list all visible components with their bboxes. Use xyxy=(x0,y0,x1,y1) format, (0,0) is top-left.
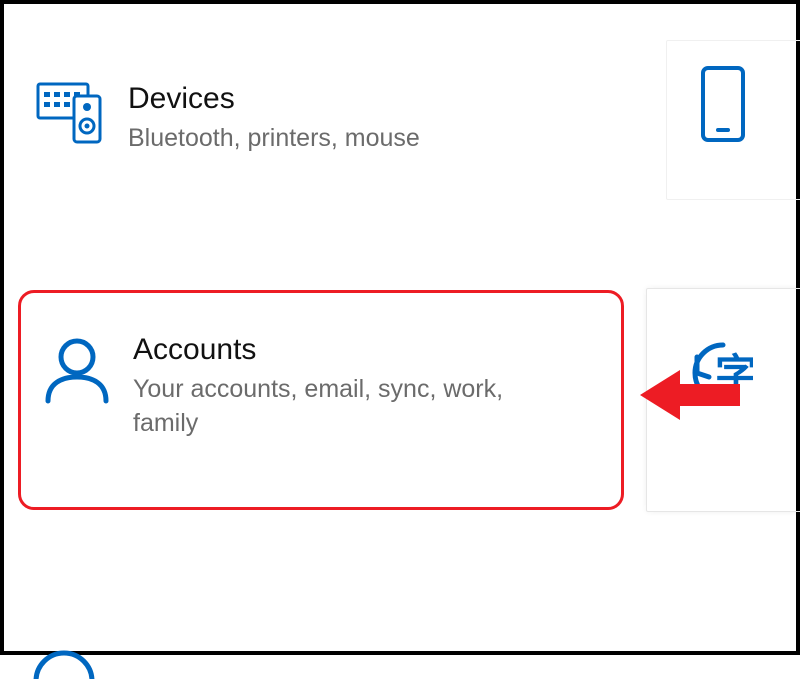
partial-icon-bottom xyxy=(32,639,96,679)
accounts-title: Accounts xyxy=(133,333,605,367)
devices-text: Devices Bluetooth, printers, mouse xyxy=(128,82,560,156)
devices-subtitle: Bluetooth, printers, mouse xyxy=(128,122,560,156)
accounts-text: Accounts Your accounts, email, sync, wor… xyxy=(133,333,605,441)
accounts-icon xyxy=(37,333,117,407)
accounts-subtitle: Your accounts, email, sync, work, family xyxy=(133,373,513,441)
settings-tile-accounts[interactable]: Accounts Your accounts, email, sync, wor… xyxy=(18,290,624,510)
devices-icon xyxy=(32,82,112,144)
devices-title: Devices xyxy=(128,82,560,116)
settings-tile-phone[interactable] xyxy=(666,40,800,200)
annotation-arrow xyxy=(640,368,740,422)
phone-icon xyxy=(683,65,763,143)
settings-tile-devices[interactable]: Devices Bluetooth, printers, mouse xyxy=(16,58,576,180)
